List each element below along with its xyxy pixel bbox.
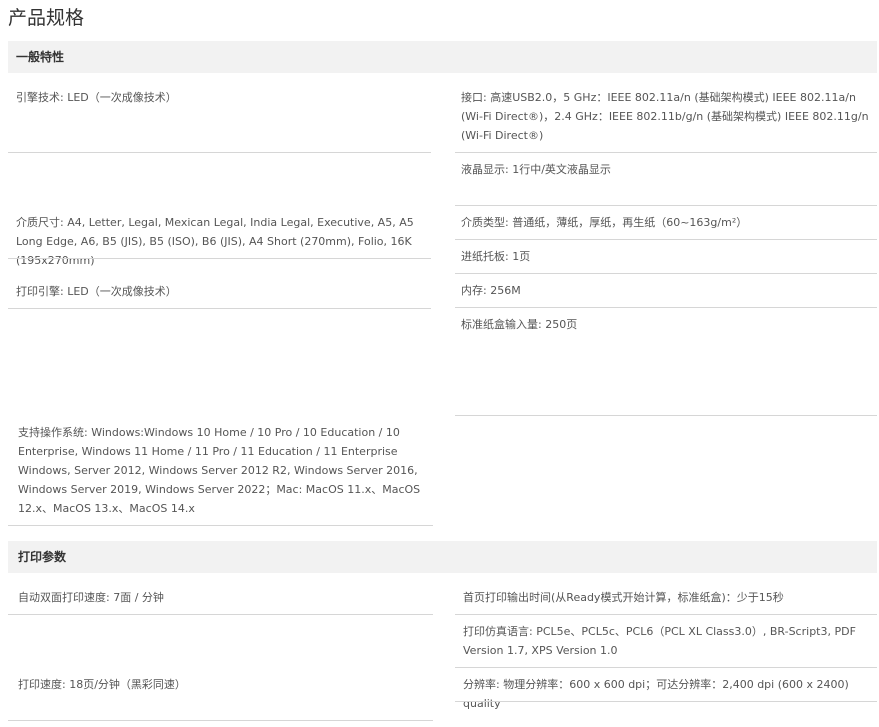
spec-interface: 接口: 高速USB2.0，5 GHz：IEEE 802.11a/n (基础架构模… [461,91,869,142]
spec-memory: 内存: 256M [461,284,521,297]
section-header-print-params: 打印参数 [8,541,877,573]
spec-media-size: 介质尺寸: A4, Letter, Legal, Mexican Legal, … [16,216,414,267]
row-divider [455,614,877,615]
section-title: 打印参数 [18,550,67,564]
spec-supported-os: 支持操作系统: Windows:Windows 10 Home / 10 Pro… [18,426,421,515]
spec-first-page-out-time: 首页打印输出时间(从Ready模式开始计算，标准纸盒)：少于15秒 [463,591,784,604]
row-divider [455,239,877,240]
row-divider [455,415,877,416]
row-divider [8,525,433,526]
row-divider [8,720,433,721]
spec-engine-technology: 引擎技术: LED（一次成像技术） [16,91,177,104]
row-divider [455,273,877,274]
row-divider [455,205,877,206]
spec-print-speed: 打印速度: 18页/分钟（黑彩同速） [18,678,186,691]
row-divider [455,667,877,668]
spec-duplex-speed: 自动双面打印速度: 7面 / 分钟 [18,591,164,604]
spec-media-type: 介质类型: 普通纸，薄纸，厚纸，再生纸（60~163g/m²） [461,216,748,229]
spec-lcd-display: 液晶显示: 1行中/英文液晶显示 [461,163,611,176]
row-divider [8,258,431,259]
spec-feed-tray: 进纸托板: 1页 [461,250,531,263]
page-title: 产品规格 [8,7,85,29]
row-divider [8,614,433,615]
section-header-general: 一般特性 [8,41,877,73]
spec-standard-tray-capacity: 标准纸盒输入量: 250页 [461,318,578,331]
row-divider [455,701,877,702]
row-divider [455,307,877,308]
spec-print-engine: 打印引擎: LED（一次成像技术） [16,285,177,298]
spec-resolution: 分辨率: 物理分辨率：600 x 600 dpi；可达分辨率：2,400 dpi… [463,678,849,710]
row-divider [8,152,431,153]
row-divider [8,308,431,309]
spec-emulation: 打印仿真语言: PCL5e、PCL5c、PCL6（PCL XL Class3.0… [463,625,856,657]
row-divider [455,152,877,153]
section-title: 一般特性 [16,50,65,64]
